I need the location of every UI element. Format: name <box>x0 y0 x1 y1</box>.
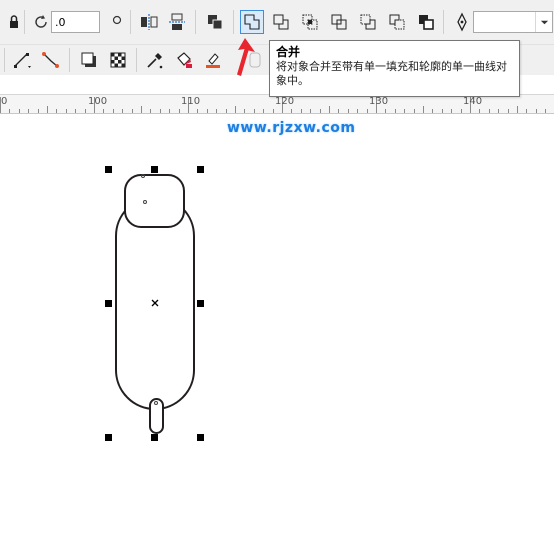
mirror-horizontal-icon[interactable] <box>137 10 161 34</box>
center-marker-icon <box>151 299 159 307</box>
ruler-label-140: 140 <box>463 96 483 107</box>
rotate-icon <box>29 10 53 34</box>
selection-handle-right[interactable] <box>197 300 204 307</box>
chevron-down-icon[interactable] <box>535 12 552 32</box>
trim-icon[interactable] <box>269 10 293 34</box>
connector-tool-icon[interactable] <box>39 48 63 72</box>
simplify-icon[interactable] <box>327 10 351 34</box>
weld-button[interactable] <box>240 10 264 34</box>
smart-fill-icon[interactable] <box>201 48 225 72</box>
watermark-text: www.rjzxw.com <box>227 120 356 136</box>
ruler-label-120: 120 <box>275 96 295 107</box>
drawing-canvas[interactable] <box>0 113 554 541</box>
drop-shadow-icon[interactable] <box>77 48 101 72</box>
shape-group[interactable] <box>0 113 554 541</box>
selection-handle-bottom[interactable] <box>151 434 158 441</box>
separator <box>130 10 131 34</box>
line-tool-icon[interactable] <box>10 48 34 72</box>
pen-nib-icon <box>450 10 474 34</box>
separator <box>24 10 25 34</box>
separator <box>69 48 70 72</box>
selection-handle-bottom-left[interactable] <box>105 434 112 441</box>
outline-width-dropdown[interactable] <box>473 11 553 33</box>
selection-handle-top[interactable] <box>151 166 158 173</box>
cap-shape <box>124 174 185 228</box>
separator <box>136 48 137 72</box>
tooltip-description: 将对象合并至带有单一填充和轮廓的单一曲线对象中。 <box>276 60 507 87</box>
tooltip-title: 合并 <box>276 45 301 59</box>
rotation-angle-input[interactable] <box>51 11 100 33</box>
ruler-label-100: 100 <box>88 96 108 107</box>
separator <box>195 10 196 34</box>
mirror-vertical-icon[interactable] <box>165 10 189 34</box>
interactive-fill-icon[interactable] <box>172 48 196 72</box>
front-minus-back-icon[interactable] <box>356 10 380 34</box>
separator <box>4 48 5 72</box>
weld-tooltip: 合并 将对象合并至带有单一填充和轮廓的单一曲线对象中。 <box>269 40 520 97</box>
lock-ratio-icon[interactable] <box>2 10 26 34</box>
ruler-label-130: 130 <box>369 96 389 107</box>
combine-icon[interactable] <box>203 10 227 34</box>
red-pointer-arrow-icon <box>237 38 255 76</box>
outline-width-value <box>474 14 480 33</box>
separator <box>443 10 444 34</box>
property-bar <box>0 0 554 45</box>
ruler-label-110: 110 <box>181 96 201 107</box>
selection-handle-bottom-right[interactable] <box>197 434 204 441</box>
eyedropper-icon[interactable] <box>143 48 167 72</box>
separator <box>233 10 234 34</box>
back-minus-front-icon[interactable] <box>385 10 409 34</box>
ruler-label-partial: 0 <box>1 96 8 107</box>
selection-handle-top-left[interactable] <box>105 166 112 173</box>
horizontal-ruler[interactable]: 0 100 110 120 130 140 <box>0 94 554 114</box>
intersect-icon[interactable] <box>298 10 322 34</box>
degree-symbol-icon <box>105 10 129 34</box>
selection-handle-top-right[interactable] <box>197 166 204 173</box>
boundary-icon[interactable] <box>414 10 438 34</box>
selection-handle-left[interactable] <box>105 300 112 307</box>
transparency-icon[interactable] <box>106 48 130 72</box>
